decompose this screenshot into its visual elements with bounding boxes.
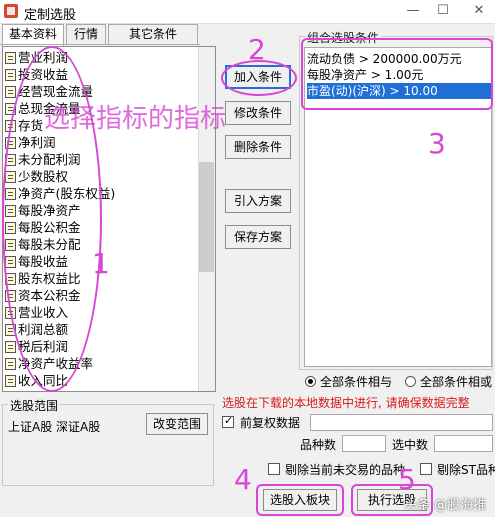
radio-all-or-label: 全部条件相或 [420, 375, 493, 389]
exclude-untraded-checkbox[interactable] [268, 463, 280, 475]
fq-checkbox[interactable] [222, 414, 234, 428]
import-scheme-button[interactable]: 引入方案 [225, 189, 291, 213]
notice-text: 选股在下载的本地数据中进行, 请确保数据完整 [222, 396, 470, 410]
watermark: 头条 @股海推 [404, 498, 487, 513]
selected-label: 选中数 [392, 438, 429, 452]
document-icon [5, 358, 16, 370]
save-scheme-button[interactable]: 保存方案 [225, 225, 291, 249]
tab-quotes[interactable]: 行情 [66, 24, 106, 44]
minimize-button[interactable]: — [402, 1, 424, 21]
exclude-untraded-label: 剔除当前未交易的品种 [285, 463, 406, 477]
kinds-label: 品种数 [300, 438, 337, 452]
radio-all-and-label: 全部条件相与 [320, 375, 393, 389]
progress-field [310, 414, 493, 431]
annotation-number-2: 2 [248, 33, 266, 66]
radio-all-or[interactable] [405, 376, 416, 387]
exclude-st-checkbox[interactable] [420, 463, 432, 475]
change-scope-button[interactable]: 改变范围 [146, 413, 208, 435]
selected-count-field [434, 435, 493, 452]
document-icon [5, 341, 16, 353]
list-scroll-thumb[interactable] [199, 162, 214, 272]
kinds-count-field [342, 435, 386, 452]
tab-divider [0, 44, 200, 45]
maximize-button[interactable]: ☐ [432, 1, 454, 21]
document-icon [5, 69, 16, 81]
fq-label: 前复权数据 [240, 416, 301, 430]
radio-all-and[interactable] [305, 376, 316, 387]
document-icon [5, 375, 16, 387]
exclude-st-label: 剔除ST品种 [437, 463, 495, 477]
edit-condition-button[interactable]: 修改条件 [225, 101, 291, 125]
annotation-number-4: 4 [234, 463, 252, 496]
tab-basic[interactable]: 基本资料 [2, 24, 64, 46]
document-icon [5, 86, 16, 98]
annotation-rect-conditions [301, 38, 493, 110]
delete-condition-button[interactable]: 删除条件 [225, 135, 291, 159]
annotation-number-3: 3 [428, 127, 446, 160]
scope-value: 上证A股 深证A股 [8, 420, 101, 434]
close-button[interactable]: ✕ [468, 1, 490, 21]
annotation-rect-to-block [256, 484, 344, 516]
annotation-number-1: 1 [92, 247, 110, 280]
window-title: 定制选股 [24, 8, 77, 23]
scope-label: 选股范围 [8, 397, 61, 414]
app-icon [4, 4, 18, 18]
document-icon [5, 52, 16, 64]
annotation-hint: 选择指标的指标 [44, 104, 227, 134]
tab-other[interactable]: 其它条件 [108, 24, 198, 44]
